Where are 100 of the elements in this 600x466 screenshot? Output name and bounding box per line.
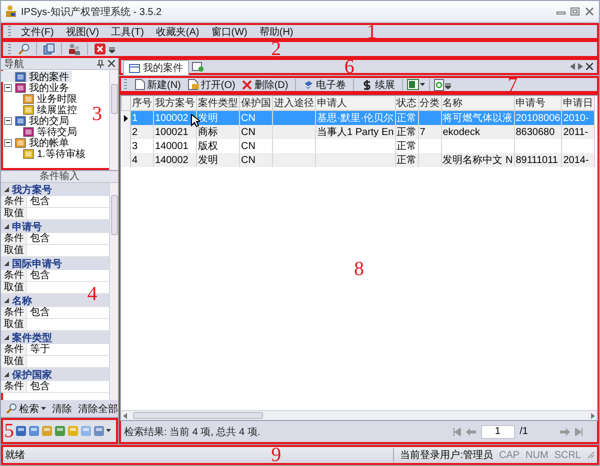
group-title: 名称 xyxy=(12,294,32,307)
tab[interactable]: 我的案件 xyxy=(123,60,189,75)
column-header[interactable]: 进入途径 xyxy=(272,96,316,110)
property-value[interactable]: 包含 xyxy=(27,270,109,281)
annotation-number: 8 xyxy=(354,258,364,278)
key-indicator: SCRL xyxy=(554,450,581,460)
group-title: 申请号 xyxy=(12,220,42,232)
table-cell: ekodeck xyxy=(441,125,514,139)
table-row[interactable]: 4 140002 发明 CN 正常 发明名称中文 N 89111011 2014- xyxy=(122,153,595,167)
table-cell: 2 xyxy=(130,125,154,139)
table-cell: 发明名称中文 N xyxy=(441,153,514,167)
group-header[interactable]: 国际申请号 xyxy=(1,257,109,270)
tree-item-label: 业务时限 xyxy=(37,92,77,104)
property-value[interactable]: 包含 xyxy=(27,233,109,244)
property-value[interactable]: 等于 xyxy=(27,344,109,355)
clear-button[interactable]: 清除 xyxy=(52,402,72,416)
toolbar-button[interactable]: 续展 xyxy=(358,78,398,92)
tree-item[interactable]: 我的业务 xyxy=(1,82,72,93)
property-label: 条件 xyxy=(1,307,27,318)
tree-item-label: 等待交局 xyxy=(37,126,77,138)
toolbar-button[interactable]: 新建(N) xyxy=(132,78,184,92)
annotation-number: 3 xyxy=(92,104,102,124)
table-cell: 正常 xyxy=(395,125,418,139)
table-cell: 2011- xyxy=(562,125,595,139)
group-header[interactable]: 我方案号 xyxy=(1,183,109,196)
property-label: 取值 xyxy=(1,245,27,256)
property-label: 取值 xyxy=(1,319,27,330)
table-cell: 89111011 xyxy=(514,153,562,167)
tree-item[interactable]: 等待交局 xyxy=(1,126,80,137)
group-header[interactable]: 案件类型 xyxy=(1,331,109,344)
property-label: 条件 xyxy=(1,344,27,355)
property-label: 条件 xyxy=(1,381,27,392)
column-header[interactable]: 申请人 xyxy=(316,96,396,110)
group-header[interactable]: 保护国家 xyxy=(1,368,109,381)
panel-title: 条件输入 xyxy=(1,171,118,183)
column-header[interactable]: 申请号 xyxy=(514,96,562,110)
column-header[interactable]: 分类 xyxy=(418,96,442,110)
tree-item[interactable]: 业务时限 xyxy=(1,93,80,104)
property-value[interactable]: 包含 xyxy=(27,307,109,318)
tree-item[interactable]: 我的案件 xyxy=(1,71,72,82)
panel-title: 导航 xyxy=(4,58,25,70)
annotation-number: 5 xyxy=(4,421,14,441)
property-label: 取值 xyxy=(1,208,27,219)
property-label: 条件 xyxy=(1,196,27,207)
group-title: 案件类型 xyxy=(12,331,52,344)
toolbar-button[interactable]: 电子卷 xyxy=(300,78,350,92)
status-message: 就绪 xyxy=(5,448,25,462)
result-summary: 检索结果: 当前 4 项, 总共 4 项. xyxy=(124,426,262,438)
tree-item[interactable]: 续展监控 xyxy=(1,104,80,115)
group-title: 保护国家 xyxy=(12,368,52,380)
table-row[interactable]: 2 100021 商标 CN 当事人1 Party En 正常 7 ekodeck 8630680 2011- xyxy=(122,125,595,139)
current-user: 当前登录用户:管理员 xyxy=(393,448,493,462)
column-header[interactable]: 状态 xyxy=(395,96,418,110)
menu-item[interactable]: 视图(V) xyxy=(60,24,106,40)
tree-item-label: 我的帐单 xyxy=(29,136,69,148)
menu-item[interactable]: 窗口(W) xyxy=(205,24,254,40)
tree-item[interactable]: 1.等待审核 xyxy=(1,148,88,159)
tree-item[interactable]: 我的交局 xyxy=(1,115,72,126)
property-label: 取值 xyxy=(1,356,27,367)
table-cell: CN xyxy=(240,125,272,139)
tree-item[interactable]: 我的帐单 xyxy=(1,137,72,148)
column-header[interactable]: 名称 xyxy=(441,96,514,110)
toolbar-button[interactable]: 打开(O) xyxy=(184,78,238,92)
menu-item[interactable]: 帮助(H) xyxy=(253,24,300,40)
annotation-number: 1 xyxy=(366,22,377,42)
page-total: /1 xyxy=(520,426,528,437)
property-value[interactable]: 包含 xyxy=(27,196,109,207)
menu-item[interactable]: 收藏夹(A) xyxy=(150,24,206,40)
table-cell: 8630680 xyxy=(514,125,562,139)
clear-button[interactable]: 清除全部 xyxy=(78,402,118,416)
column-header[interactable]: 我方案号 xyxy=(154,96,196,110)
column-header[interactable]: 保护国 xyxy=(240,96,272,110)
table-cell: 2014- xyxy=(562,153,595,167)
group-header[interactable]: 申请号 xyxy=(1,220,109,233)
menu-item[interactable]: 工具(T) xyxy=(105,24,150,40)
annotation-number: 2 xyxy=(271,39,282,59)
key-indicator: CAP xyxy=(498,450,520,460)
menu-item[interactable]: 文件(F) xyxy=(15,24,60,40)
property-label: 取值 xyxy=(1,282,27,293)
annotation-number: 7 xyxy=(508,74,518,94)
table-cell: 发明 xyxy=(196,153,240,167)
search-button[interactable]: 检索 xyxy=(6,402,46,416)
annotation-number: 6 xyxy=(344,56,354,76)
group-title: 我方案号 xyxy=(12,183,52,196)
tree-item-label: 续展监控 xyxy=(37,103,77,116)
column-header[interactable]: 申请日 xyxy=(562,96,595,110)
window-title: IPSys-知识产权管理系统 - 3.5.2 xyxy=(21,6,163,18)
tree-item-label: 我的案件 xyxy=(29,70,69,82)
column-header[interactable]: 序号 xyxy=(130,96,154,110)
page-field[interactable]: 1 xyxy=(480,424,515,438)
column-header[interactable]: 案件类型 xyxy=(196,96,240,110)
table-cell: 140002 xyxy=(154,153,196,167)
table-cell: 4 xyxy=(130,153,154,167)
annotation-number: 9 xyxy=(271,445,282,465)
toolbar-button[interactable]: 删除(D) xyxy=(239,78,292,92)
property-value[interactable]: 包含 xyxy=(27,381,109,392)
tree-item-label: 我的业务 xyxy=(29,81,69,94)
table-cell: 当事人1 Party En xyxy=(316,125,396,139)
key-indicator: NUM xyxy=(526,450,548,460)
tree-item-label: 我的交局 xyxy=(29,114,69,126)
